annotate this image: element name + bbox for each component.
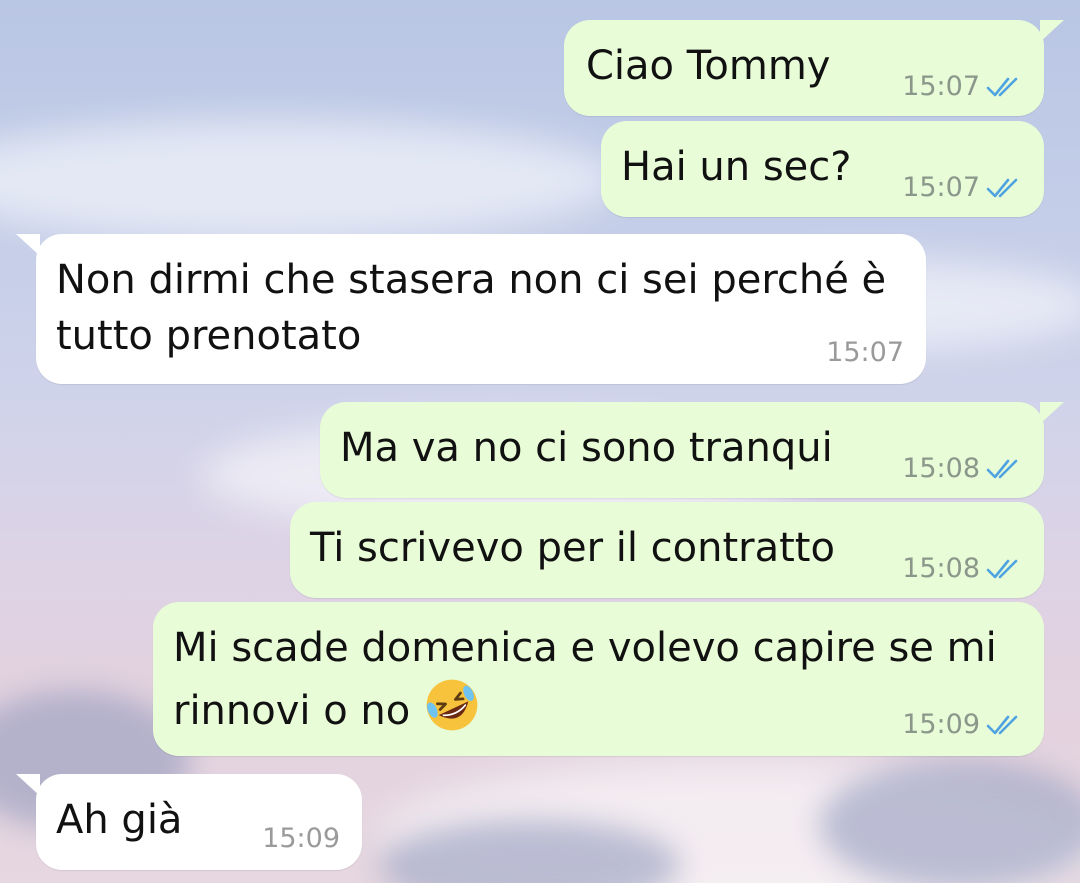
message-time: 15:08 bbox=[902, 553, 980, 584]
message-bubble-outgoing[interactable]: Ti scrivevo per il contratto 15:08 bbox=[290, 502, 1044, 598]
message-bubble-outgoing[interactable]: Ma va no ci sono tranqui 15:08 bbox=[320, 402, 1064, 498]
message-meta: 15:08 bbox=[902, 453, 1024, 484]
double-check-icon bbox=[986, 559, 1018, 578]
message-text: Ti scrivevo per il contratto bbox=[310, 525, 835, 571]
message-time: 15:07 bbox=[826, 337, 904, 368]
message-bubble-incoming[interactable]: Non dirmi che stasera non ci sei perché … bbox=[16, 234, 926, 384]
bubble-tail bbox=[16, 774, 40, 796]
message-meta: 15:07 bbox=[902, 71, 1024, 102]
message-text: Ma va no ci sono tranqui bbox=[340, 425, 833, 471]
message-bubble-outgoing[interactable]: Mi scade domenica e volevo capire se mi … bbox=[153, 602, 1044, 756]
message-time: 15:08 bbox=[902, 453, 980, 484]
message-bubble-outgoing[interactable]: Ciao Tommy 15:07 bbox=[564, 20, 1064, 116]
bubble-tail bbox=[16, 234, 40, 256]
message-meta: 15:09 bbox=[902, 709, 1024, 740]
message-text: Hai un sec? bbox=[621, 144, 852, 190]
message-time: 15:07 bbox=[902, 172, 980, 203]
message-meta: 15:09 bbox=[262, 823, 340, 854]
rolling-on-floor-laughing-emoji bbox=[426, 679, 478, 731]
double-check-icon bbox=[986, 459, 1018, 478]
message-meta: 15:07 bbox=[826, 337, 904, 368]
message-meta: 15:07 bbox=[902, 172, 1024, 203]
message-text: Mi scade domenica e volevo capire se mi … bbox=[173, 620, 997, 739]
message-text: Ciao Tommy bbox=[586, 43, 831, 89]
message-time: 15:09 bbox=[902, 709, 980, 740]
double-check-icon bbox=[986, 715, 1018, 734]
message-bubble-incoming[interactable]: Ah già 15:09 bbox=[16, 774, 362, 870]
double-check-icon bbox=[986, 178, 1018, 197]
message-time: 15:07 bbox=[902, 71, 980, 102]
message-meta: 15:08 bbox=[902, 553, 1024, 584]
message-bubble-outgoing[interactable]: Hai un sec? 15:07 bbox=[601, 121, 1044, 217]
bubble-tail bbox=[1040, 402, 1064, 424]
wallpaper-cloud bbox=[0, 120, 620, 240]
message-time: 15:09 bbox=[262, 823, 340, 854]
message-text: Non dirmi che stasera non ci sei perché … bbox=[56, 257, 887, 359]
bubble-tail bbox=[1040, 20, 1064, 42]
double-check-icon bbox=[986, 77, 1018, 96]
message-text: Ah già bbox=[56, 797, 183, 843]
message-text-content: Mi scade domenica e volevo capire se mi … bbox=[173, 625, 997, 734]
